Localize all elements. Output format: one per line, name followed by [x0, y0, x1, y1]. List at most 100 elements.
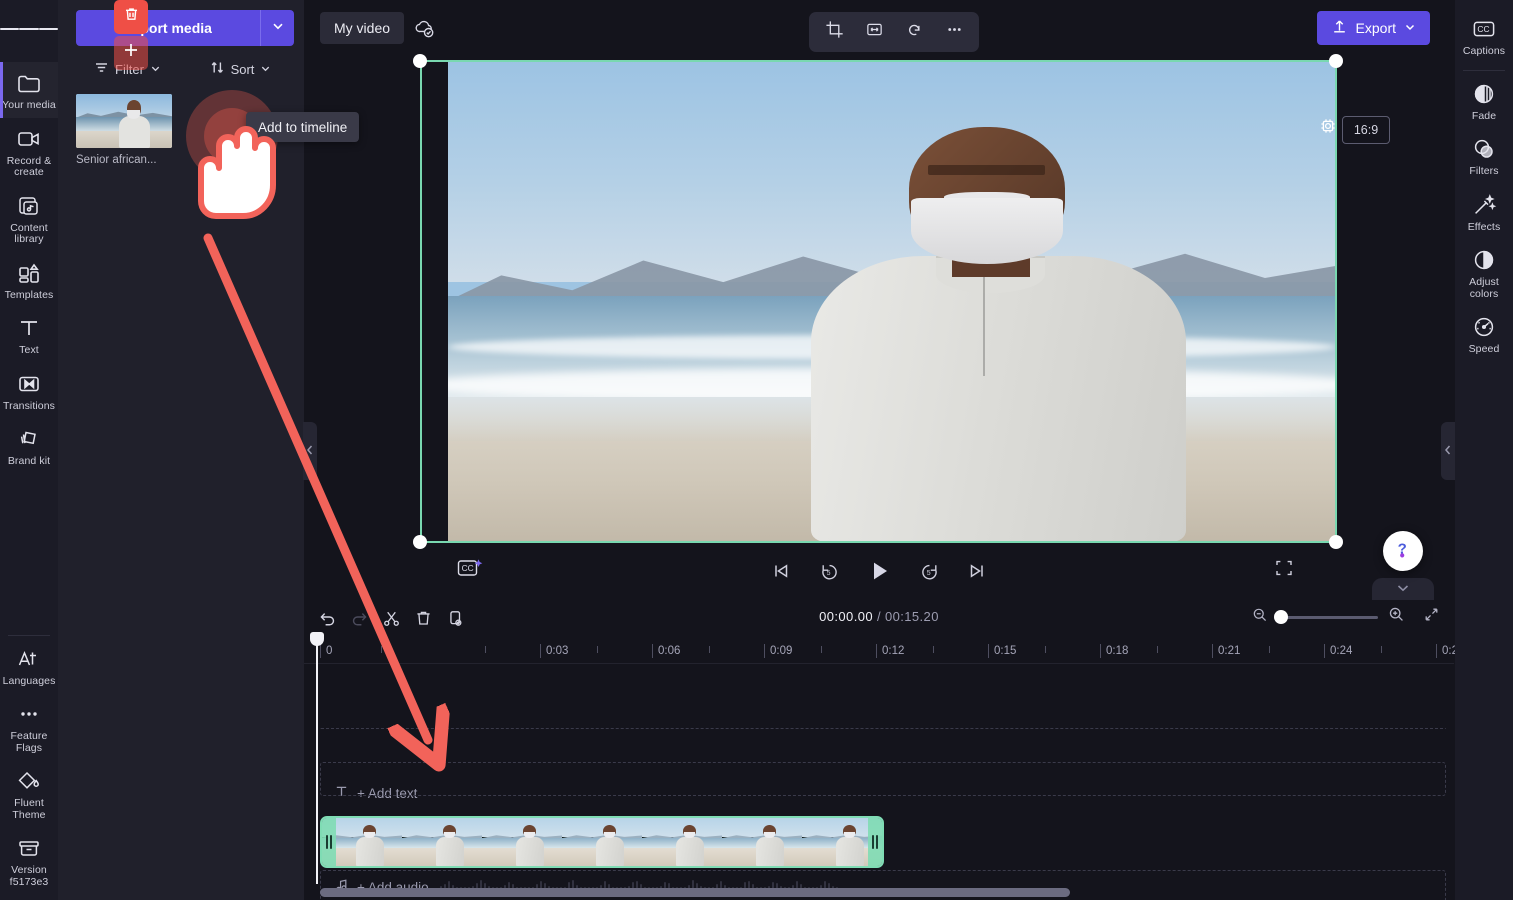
resize-handle-top-right[interactable]	[1329, 54, 1343, 68]
properties-item-fade[interactable]: Fade	[1455, 73, 1513, 129]
selection-edge-bottom	[420, 541, 1336, 543]
top-bar: My video Export	[304, 0, 1454, 56]
video-preview-canvas[interactable]	[448, 60, 1336, 542]
hamburger-menu-icon[interactable]	[0, 0, 58, 58]
svg-text:5: 5	[926, 569, 930, 576]
zoom-slider-knob[interactable]	[1274, 610, 1288, 624]
video-clip[interactable]	[320, 816, 884, 868]
properties-item-adjust-colors[interactable]: Adjust colors	[1455, 239, 1513, 306]
fade-icon	[1471, 81, 1497, 107]
upload-icon	[1331, 18, 1348, 38]
templates-icon	[16, 260, 42, 286]
chip-settings-icon[interactable]	[1318, 116, 1338, 136]
sidebar-item-templates[interactable]: Templates	[0, 252, 58, 308]
properties-item-label: Fade	[1471, 109, 1497, 122]
sidebar-item-brand-kit[interactable]: Brand kit	[0, 418, 58, 474]
resize-handle-top-left[interactable]	[413, 54, 427, 68]
fit-to-screen-icon[interactable]	[1423, 606, 1440, 628]
text-icon	[16, 315, 42, 341]
timeline-horizontal-scrollbar[interactable]	[320, 888, 1070, 897]
sidebar-item-record-create[interactable]: Record & create	[0, 118, 58, 185]
aspect-ratio-badge[interactable]: 16:9	[1342, 116, 1390, 144]
clip-trim-handle-right[interactable]	[868, 818, 882, 866]
sidebar-item-content-library[interactable]: Content library	[0, 185, 58, 252]
collapse-properties-panel-handle[interactable]	[1441, 422, 1455, 480]
sidebar-item-your-media[interactable]: Your media	[0, 62, 58, 118]
ruler-label: 0:24	[1330, 645, 1353, 657]
sidebar-item-text[interactable]: Text	[0, 307, 58, 363]
sidebar-item-fluent-theme[interactable]: Fluent Theme	[0, 760, 58, 827]
properties-item-speed[interactable]: Speed	[1455, 306, 1513, 362]
forward-5-icon[interactable]: 5	[916, 558, 942, 584]
timeline-ruler[interactable]: 0 0:03 0:06 0:09 0:12 0:15 0:18 0:21 0:2…	[304, 638, 1464, 664]
speedometer-icon	[1471, 314, 1497, 340]
folder-icon	[16, 70, 42, 96]
contrast-icon	[1471, 247, 1497, 273]
sidebar-item-transitions[interactable]: Transitions	[0, 363, 58, 419]
zoom-out-icon[interactable]	[1252, 607, 1268, 628]
import-media-caret-button[interactable]	[260, 10, 294, 46]
effects-wand-icon	[1471, 192, 1497, 218]
sidebar-item-label: Brand kit	[7, 455, 51, 467]
crop-button[interactable]	[819, 17, 849, 47]
export-button[interactable]: Export	[1316, 11, 1430, 45]
playback-bar: CC 5 5	[304, 548, 1454, 594]
trash-icon	[123, 6, 140, 28]
cloud-saved-icon[interactable]	[412, 16, 436, 45]
properties-item-filters[interactable]: Filters	[1455, 128, 1513, 184]
ruler-label: 0:15	[994, 645, 1017, 657]
media-thumbnail	[76, 94, 172, 148]
sidebar-item-label: Version f5173e3	[9, 864, 49, 888]
sidebar-item-version[interactable]: Version f5173e3	[0, 827, 58, 894]
sidebar-item-label: Feature Flags	[10, 730, 48, 754]
filter-icon	[94, 60, 109, 78]
ruler-label: 0:06	[658, 645, 681, 657]
skip-start-icon[interactable]	[768, 558, 794, 584]
resize-handle-bottom-left[interactable]	[413, 535, 427, 549]
clip-trim-handle-left[interactable]	[322, 818, 336, 866]
zoom-in-icon[interactable]	[1388, 606, 1405, 628]
import-media-button[interactable]: Import media	[76, 10, 260, 46]
media-item[interactable]: Senior african...	[76, 94, 172, 166]
properties-item-label: Speed	[1468, 343, 1500, 355]
timeline-zoom-controls	[1252, 606, 1440, 628]
ellipsis-icon	[16, 701, 42, 727]
ruler-label: 0	[326, 645, 333, 657]
fit-button[interactable]	[859, 17, 889, 47]
project-title-input[interactable]: My video	[320, 12, 405, 44]
sidebar-item-label: Your media	[2, 99, 56, 111]
clipchamp-editor-window: Your media Record & create Content libra…	[0, 0, 1513, 900]
sidebar-item-feature-flags[interactable]: Feature Flags	[0, 693, 58, 760]
chevron-left-icon	[1443, 444, 1453, 459]
properties-item-effects[interactable]: Effects	[1455, 184, 1513, 240]
ruler-label: 0:21	[1218, 645, 1241, 657]
sidebar-item-languages[interactable]: Languages	[0, 638, 58, 694]
playhead-handle[interactable]	[310, 632, 324, 646]
collapse-media-panel-handle[interactable]	[303, 422, 317, 480]
chevron-down-icon	[260, 62, 271, 77]
add-to-timeline-button[interactable]	[114, 36, 148, 70]
collapse-preview-tab[interactable]	[1372, 578, 1434, 600]
properties-item-captions[interactable]: CC Captions	[1455, 8, 1513, 64]
help-button[interactable]: ?	[1383, 531, 1423, 571]
delete-media-button[interactable]	[114, 0, 148, 34]
properties-item-label: Adjust colors	[1469, 276, 1499, 300]
timeline-zoom-slider[interactable]	[1274, 610, 1378, 624]
ruler-label: 0:09	[770, 645, 793, 657]
more-options-button[interactable]	[939, 17, 969, 47]
skip-end-icon[interactable]	[964, 558, 990, 584]
sort-button[interactable]: Sort	[189, 56, 292, 82]
filters-icon	[1471, 136, 1497, 162]
track-divider-top	[320, 728, 1446, 730]
paint-bucket-icon	[16, 768, 42, 794]
play-icon[interactable]	[864, 556, 894, 586]
rail-divider	[8, 634, 50, 636]
rewind-5-icon[interactable]: 5	[816, 558, 842, 584]
crop-icon	[825, 20, 844, 44]
fullscreen-icon[interactable]	[1274, 558, 1294, 583]
video-camera-icon	[16, 126, 42, 152]
svg-text:5: 5	[826, 569, 830, 576]
resize-handle-bottom-right[interactable]	[1329, 535, 1343, 549]
timeline-playhead[interactable]	[310, 632, 324, 884]
rotate-button[interactable]	[899, 17, 929, 47]
